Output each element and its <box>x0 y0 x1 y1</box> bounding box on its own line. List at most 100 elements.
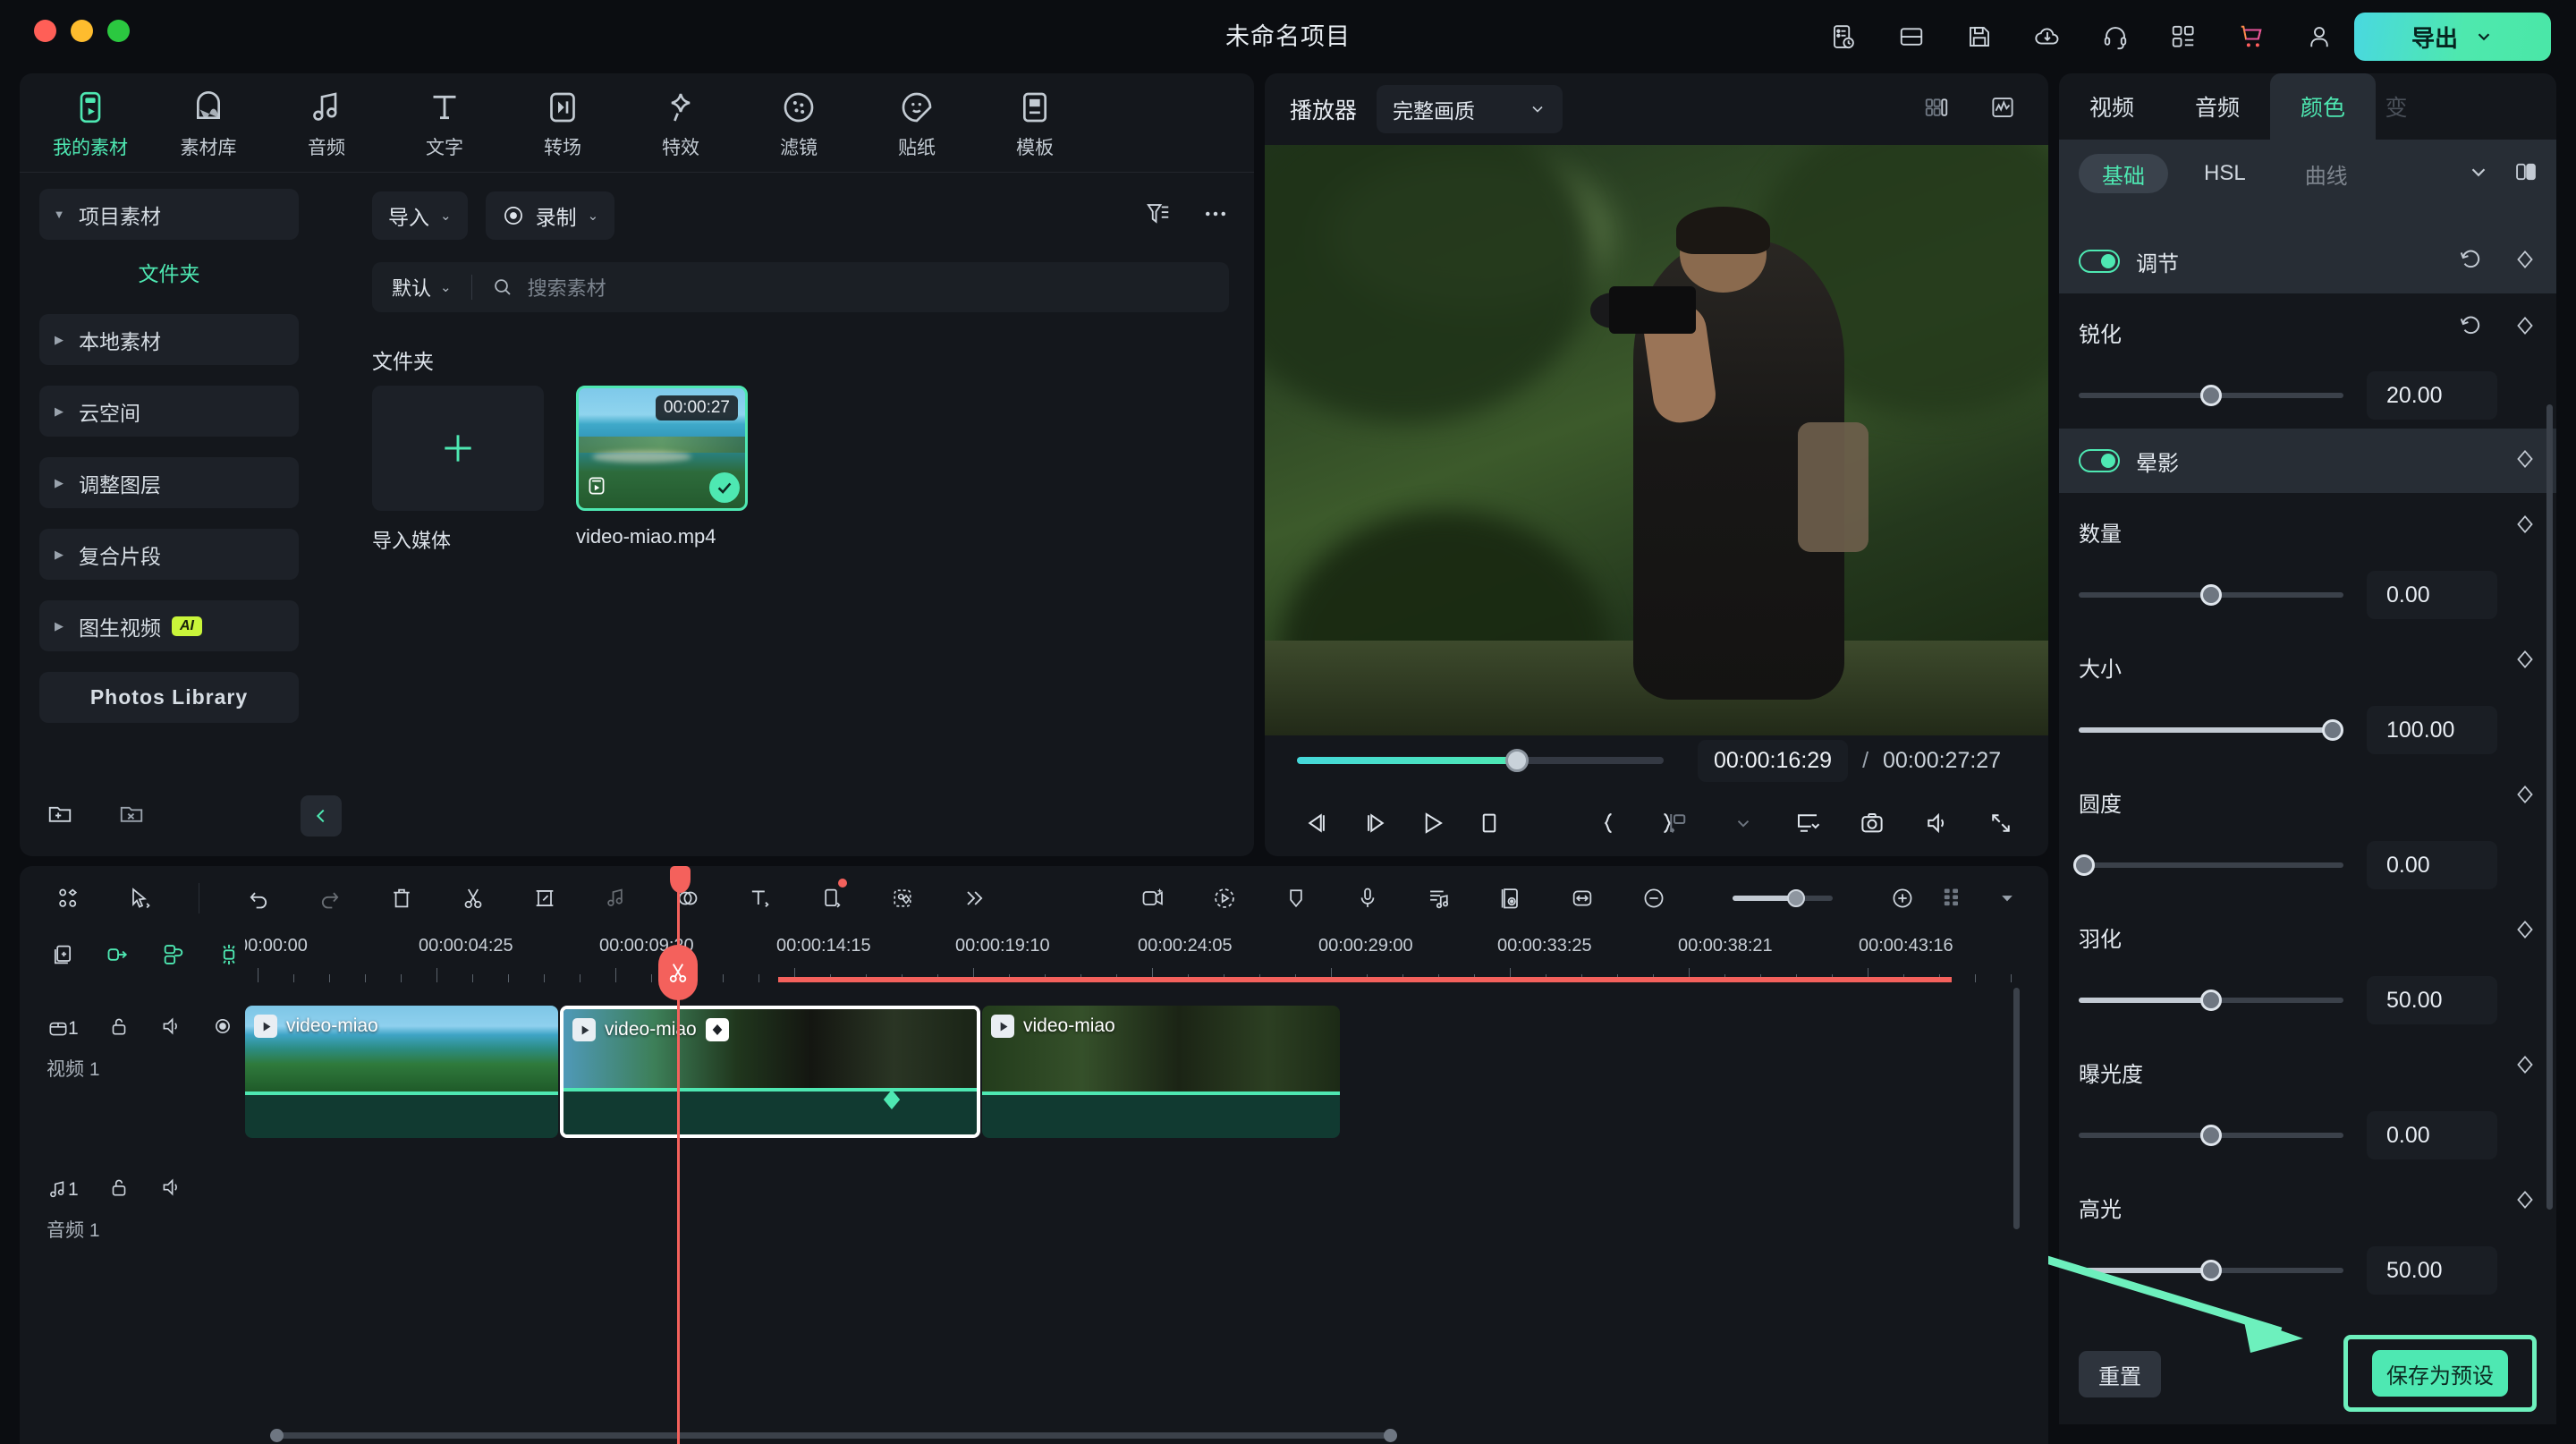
mute-icon[interactable] <box>159 1176 182 1203</box>
video-track-icon[interactable]: 1 <box>47 1017 79 1041</box>
amount-slider[interactable] <box>2079 584 2343 606</box>
fit-timeline-icon[interactable] <box>1564 880 1600 916</box>
category-tab-text[interactable]: 文字 <box>417 86 472 160</box>
timeline-clip[interactable]: video-miao <box>982 1006 1340 1138</box>
sidebar-item-project-media[interactable]: ▼ 项目素材 <box>39 189 299 240</box>
more-chevrons-icon[interactable] <box>956 880 992 916</box>
slider-knob[interactable] <box>2200 385 2222 406</box>
category-tab-my-media[interactable]: 我的素材 <box>53 86 128 160</box>
progress-knob[interactable] <box>1505 749 1529 772</box>
reset-icon[interactable] <box>2458 247 2483 276</box>
add-track-icon[interactable] <box>50 942 75 972</box>
slider-knob[interactable] <box>2200 990 2222 1011</box>
group-clip-icon[interactable] <box>161 942 186 972</box>
delete-folder-icon[interactable] <box>118 800 145 831</box>
text-tool-icon[interactable] <box>741 880 777 916</box>
user-account-icon[interactable] <box>2302 20 2336 54</box>
record-button[interactable]: 录制 ⌄ <box>485 191 615 240</box>
layout-icon[interactable] <box>1894 20 1928 54</box>
collapse-panel-icon[interactable] <box>301 795 342 837</box>
scrollbar-handle-right[interactable] <box>1384 1429 1397 1442</box>
vignette-toggle[interactable] <box>2079 449 2120 472</box>
apps-grid-icon[interactable] <box>2166 20 2200 54</box>
marker-icon[interactable] <box>1278 880 1314 916</box>
mark-in-icon[interactable] <box>1589 803 1630 844</box>
sidebar-item-cloud[interactable]: ▶ 云空间 <box>39 386 299 437</box>
reset-button[interactable]: 重置 <box>2079 1351 2161 1397</box>
highlight-value[interactable]: 50.00 <box>2367 1246 2497 1295</box>
headset-support-icon[interactable] <box>2098 20 2132 54</box>
save-icon[interactable] <box>1962 20 1996 54</box>
exposure-slider[interactable] <box>2079 1125 2343 1146</box>
import-button[interactable]: 导入 ⌄ <box>372 191 468 240</box>
voiceover-icon[interactable] <box>1350 880 1385 916</box>
sharpen-value[interactable]: 20.00 <box>2367 371 2497 420</box>
split-scissors-icon[interactable] <box>455 880 491 916</box>
more-options-icon[interactable] <box>1202 200 1229 232</box>
volume-icon[interactable] <box>1916 803 1957 844</box>
keyframe-diamond-icon[interactable] <box>2513 648 2537 675</box>
tab-audio[interactable]: 音频 <box>2165 73 2270 140</box>
timeline-clip[interactable]: video-miao <box>245 1006 558 1138</box>
delete-trash-icon[interactable] <box>384 880 419 916</box>
zoom-knob[interactable] <box>1786 889 1805 907</box>
grid-view-icon[interactable] <box>1923 94 1950 125</box>
current-time-display[interactable]: 00:00:16:29 <box>1698 739 1849 782</box>
quality-select[interactable]: 完整画质 <box>1377 85 1563 133</box>
track-dropdown-icon[interactable] <box>1989 880 2025 916</box>
category-tab-audio[interactable]: 音频 <box>299 86 354 160</box>
prev-frame-icon[interactable] <box>1297 803 1338 844</box>
sharpen-slider[interactable] <box>2079 385 2343 406</box>
cloud-upload-icon[interactable] <box>2030 20 2064 54</box>
camera-icon[interactable] <box>1852 803 1893 844</box>
sidebar-item-folder[interactable]: 文件夹 <box>39 251 299 293</box>
reset-icon[interactable] <box>2458 313 2483 343</box>
mask-tool-icon[interactable] <box>813 879 849 916</box>
video-preview[interactable] <box>1265 145 2048 735</box>
scope-waveform-icon[interactable] <box>1989 94 2016 125</box>
timeline-clip[interactable]: video-miao <box>560 1006 980 1138</box>
track-manager-icon[interactable] <box>1934 880 1970 916</box>
category-tab-effects[interactable]: 特效 <box>653 86 708 160</box>
export-button[interactable]: 导出 <box>2354 13 2551 61</box>
slider-knob[interactable] <box>2322 719 2344 741</box>
tab-video[interactable]: 视频 <box>2059 73 2165 140</box>
size-value[interactable]: 100.00 <box>2367 706 2497 754</box>
render-preview-icon[interactable] <box>1493 880 1529 916</box>
auto-ripple-icon[interactable] <box>216 942 242 972</box>
auto-beat-icon[interactable] <box>1421 880 1457 916</box>
adjust-toggle[interactable] <box>2079 250 2120 273</box>
category-tab-template[interactable]: 模板 <box>1007 86 1063 160</box>
keyframe-diamond-icon[interactable] <box>2513 1053 2537 1081</box>
link-clip-icon[interactable] <box>106 942 131 972</box>
sidebar-item-image-to-video[interactable]: ▶ 图生视频 AI <box>39 600 299 651</box>
clip-keyframe-marker[interactable] <box>882 1088 902 1116</box>
slider-knob[interactable] <box>2200 584 2222 606</box>
sidebar-item-photos-library[interactable]: Photos Library <box>39 672 299 723</box>
playhead-handle[interactable] <box>670 866 691 893</box>
sort-select[interactable]: 默认 ⌄ <box>372 273 471 302</box>
timeline-horizontal-scrollbar[interactable] <box>270 1429 1397 1442</box>
category-tab-filter[interactable]: 滤镜 <box>771 86 826 160</box>
roundness-value[interactable]: 0.00 <box>2367 841 2497 889</box>
shopping-cart-icon[interactable] <box>2234 20 2268 54</box>
keyframe-diamond-icon[interactable] <box>2513 1188 2537 1216</box>
tab-transform[interactable]: 变 <box>2376 73 2417 140</box>
redo-icon[interactable] <box>312 880 348 916</box>
sub-tab-hsl[interactable]: HSL <box>2181 154 2269 193</box>
timeline-zoom-slider[interactable] <box>1733 889 1833 907</box>
select-cursor-icon[interactable] <box>122 880 157 916</box>
eye-visible-icon[interactable] <box>211 1015 234 1042</box>
chevron-down-icon[interactable] <box>2467 160 2490 188</box>
sub-tab-basic[interactable]: 基础 <box>2079 154 2168 193</box>
slider-knob[interactable] <box>2072 854 2095 876</box>
sub-tab-curve[interactable]: 曲线 <box>2282 154 2371 193</box>
feather-value[interactable]: 50.00 <box>2367 976 2497 1024</box>
filter-sort-icon[interactable] <box>1145 200 1172 232</box>
save-preset-button[interactable]: 保存为预设 <box>2372 1350 2508 1397</box>
slider-knob[interactable] <box>2200 1260 2222 1281</box>
compare-split-icon[interactable] <box>2513 159 2538 189</box>
crop-icon[interactable] <box>527 880 563 916</box>
sidebar-item-local-media[interactable]: ▶ 本地素材 <box>39 314 299 365</box>
sidebar-item-compound-clip[interactable]: ▶ 复合片段 <box>39 529 299 580</box>
